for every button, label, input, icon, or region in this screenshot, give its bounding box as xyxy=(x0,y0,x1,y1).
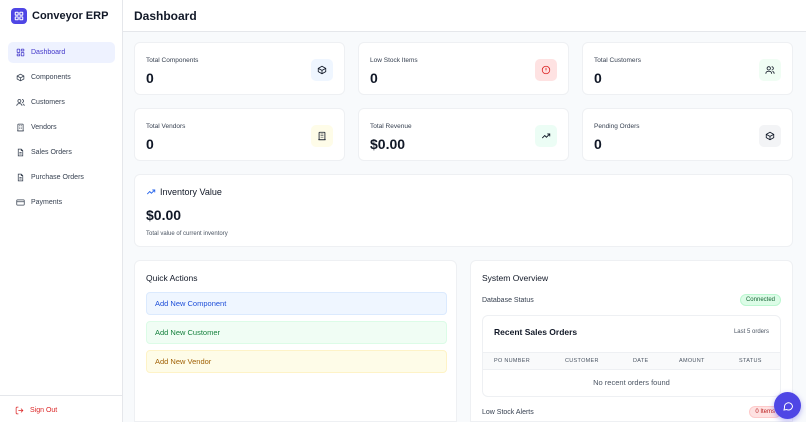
sidebar-item-payments[interactable]: Payments xyxy=(8,192,115,213)
column-header: CUSTOMER xyxy=(565,358,599,364)
sidebar-item-dashboard[interactable]: Dashboard xyxy=(8,42,115,63)
sign-out-label: Sign Out xyxy=(30,407,58,414)
trending-up-icon xyxy=(146,187,156,197)
box-icon xyxy=(15,73,25,83)
stat-card-total-revenue: Total Revenue $0.00 xyxy=(358,108,569,161)
sidebar-item-vendors[interactable]: Vendors xyxy=(8,117,115,138)
sidebar-item-customers[interactable]: Customers xyxy=(8,92,115,113)
inventory-title: Inventory Value xyxy=(146,187,222,197)
app-logo-icon xyxy=(11,8,27,24)
orders-table-header: PO NUMBER CUSTOMER DATE AMOUNT STATUS xyxy=(483,352,780,370)
stat-label: Total Vendors xyxy=(146,123,186,130)
chat-icon xyxy=(782,400,794,412)
sidebar-item-label: Vendors xyxy=(31,124,57,131)
page-title: Dashboard xyxy=(134,8,197,23)
column-header: AMOUNT xyxy=(679,358,705,364)
sidebar-nav: Dashboard Components Customers Vendors S… xyxy=(8,42,115,217)
system-overview-title: System Overview xyxy=(482,273,549,283)
sidebar-item-label: Payments xyxy=(31,199,63,206)
sidebar-item-components[interactable]: Components xyxy=(8,67,115,88)
chat-button[interactable] xyxy=(774,392,801,419)
stat-label: Total Revenue xyxy=(370,123,412,130)
brand[interactable]: Conveyor ERP xyxy=(0,0,122,32)
stat-card-total-vendors: Total Vendors 0 xyxy=(134,108,345,161)
system-overview-card: System Overview Database Status Connecte… xyxy=(470,260,793,422)
quick-actions-card: Quick Actions Add New Component Add New … xyxy=(134,260,457,422)
stat-card-pending-orders: Pending Orders 0 xyxy=(582,108,793,161)
dashboard-icon xyxy=(15,48,25,58)
app-name: Conveyor ERP xyxy=(32,10,109,22)
stat-value: 0 xyxy=(146,136,154,152)
stat-value: $0.00 xyxy=(370,136,406,152)
stat-card-low-stock: Low Stock Items 0 xyxy=(358,42,569,95)
document-icon xyxy=(15,173,25,183)
recent-orders-panel: Recent Sales Orders Last 5 orders PO NUM… xyxy=(482,315,781,397)
sidebar: Conveyor ERP Dashboard Components Custom… xyxy=(0,0,123,422)
stat-label: Total Customers xyxy=(594,57,641,64)
document-icon xyxy=(15,148,25,158)
stat-value: 0 xyxy=(594,70,602,86)
add-component-button[interactable]: Add New Component xyxy=(146,292,447,315)
inventory-value-card: Inventory Value $0.00 Total value of cur… xyxy=(134,174,793,247)
stat-label: Low Stock Items xyxy=(370,57,418,64)
users-icon xyxy=(759,59,781,81)
low-stock-label: Low Stock Alerts xyxy=(482,408,534,416)
sidebar-item-label: Customers xyxy=(31,99,65,106)
stat-label: Total Components xyxy=(146,57,199,64)
credit-card-icon xyxy=(15,198,25,208)
stat-label: Pending Orders xyxy=(594,123,640,130)
sign-out-button[interactable]: Sign Out xyxy=(15,406,57,415)
page-header: Dashboard xyxy=(123,0,806,32)
sidebar-item-purchase-orders[interactable]: Purchase Orders xyxy=(8,167,115,188)
sidebar-item-label: Components xyxy=(31,74,71,81)
column-header: STATUS xyxy=(739,358,762,364)
status-badge: Connected xyxy=(739,294,781,306)
add-customer-button[interactable]: Add New Customer xyxy=(146,321,447,344)
stat-card-total-customers: Total Customers 0 xyxy=(582,42,793,95)
stat-value: 0 xyxy=(146,70,154,86)
sidebar-item-sales-orders[interactable]: Sales Orders xyxy=(8,142,115,163)
recent-orders-subtitle: Last 5 orders xyxy=(733,329,769,335)
quick-actions-title: Quick Actions xyxy=(146,273,198,283)
sidebar-item-label: Purchase Orders xyxy=(31,174,84,181)
stat-value: 0 xyxy=(594,136,602,152)
inventory-title-label: Inventory Value xyxy=(160,187,222,197)
box-icon xyxy=(759,125,781,147)
database-status-row: Database Status Connected xyxy=(482,294,781,306)
stat-value: 0 xyxy=(370,70,378,86)
inventory-subtitle: Total value of current inventory xyxy=(146,231,228,237)
trending-up-icon xyxy=(535,125,557,147)
inventory-value: $0.00 xyxy=(146,207,182,223)
low-stock-row: Low Stock Alerts 0 Items xyxy=(482,406,781,418)
orders-empty-state: No recent orders found xyxy=(593,378,670,387)
add-vendor-button[interactable]: Add New Vendor xyxy=(146,350,447,373)
building-icon xyxy=(311,125,333,147)
alert-circle-icon xyxy=(535,59,557,81)
sidebar-divider xyxy=(0,395,122,396)
column-header: DATE xyxy=(633,358,649,364)
recent-orders-title: Recent Sales Orders xyxy=(494,327,578,337)
building-icon xyxy=(15,123,25,133)
sidebar-item-label: Dashboard xyxy=(31,49,66,56)
column-header: PO NUMBER xyxy=(494,358,531,364)
stat-card-total-components: Total Components 0 xyxy=(134,42,345,95)
logout-icon xyxy=(15,406,24,415)
users-icon xyxy=(15,98,25,108)
sidebar-item-label: Sales Orders xyxy=(31,149,72,156)
box-icon xyxy=(311,59,333,81)
database-status-label: Database Status xyxy=(482,296,534,304)
